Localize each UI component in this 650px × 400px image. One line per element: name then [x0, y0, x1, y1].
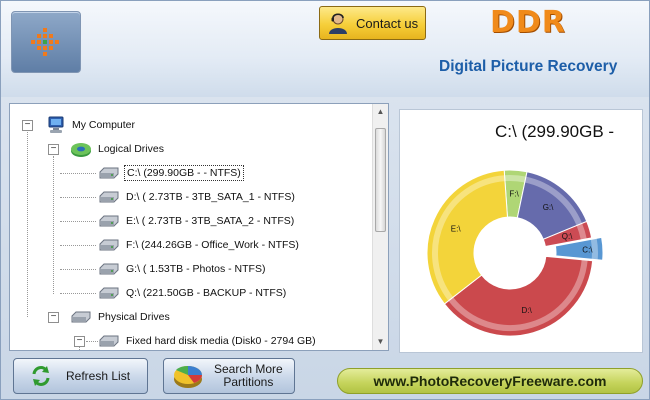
search-more-label-line1: Search More — [214, 362, 283, 376]
hard-drive-icon — [99, 287, 119, 299]
tree-connector — [86, 341, 98, 342]
support-person-icon — [329, 13, 347, 34]
tree-scrollbar[interactable]: ▲ ▼ — [372, 104, 388, 350]
tree-item-label: Physical Drives — [98, 311, 170, 323]
app-window: Contact us DDR Digital Picture Recovery … — [0, 0, 650, 400]
scroll-down-arrow-icon[interactable]: ▼ — [373, 334, 388, 350]
refresh-list-button[interactable]: Refresh List — [13, 358, 148, 394]
product-name: Digital Picture Recovery — [439, 58, 618, 75]
drive-tree[interactable]: − My Computer − Logical Drives C:\ (299.… — [9, 103, 389, 351]
tree-connector — [60, 269, 96, 270]
scroll-up-arrow-icon[interactable]: ▲ — [373, 104, 388, 120]
pie-slice-label: G:\ — [543, 203, 554, 212]
brand-logo-text: DDR — [490, 5, 566, 40]
app-logo-icon — [31, 28, 59, 56]
hard-drive-icon — [99, 215, 119, 227]
refresh-list-label: Refresh List — [66, 368, 131, 383]
logical-drives-icon — [71, 143, 91, 157]
tree-connector — [27, 132, 28, 317]
pie-slice-label: C:\ — [582, 246, 593, 255]
website-link[interactable]: www.PhotoRecoveryFreeware.com — [337, 368, 643, 394]
tree-item-drive-g[interactable]: G:\ ( 1.53TB - Photos - NTFS) — [98, 259, 267, 279]
tree-item-drive-q[interactable]: Q:\ (221.50GB - BACKUP - NTFS) — [98, 283, 288, 303]
tree-item-my-computer[interactable]: My Computer — [46, 115, 137, 135]
tree-item-drive-f[interactable]: F:\ (244.26GB - Office_Work - NTFS) — [98, 235, 301, 255]
tree-item-label: My Computer — [72, 119, 136, 131]
tree-item-label: F:\ (244.26GB - Office_Work - NTFS) — [126, 239, 299, 251]
expand-toggle[interactable]: − — [48, 312, 59, 323]
app-logo — [11, 11, 81, 73]
expand-toggle[interactable]: − — [74, 336, 85, 347]
tree-connector — [60, 173, 96, 174]
partition-donut-chart: F:\ G:\ Q:\ C:\ D:\ E:\ — [426, 169, 604, 337]
tree-item-label: C:\ (299.90GB - - NTFS) — [124, 165, 244, 181]
scroll-thumb[interactable] — [375, 128, 386, 232]
tree-item-drive-c[interactable]: C:\ (299.90GB - - NTFS) — [98, 163, 244, 183]
tree-item-label: Q:\ (221.50GB - BACKUP - NTFS) — [126, 287, 287, 299]
physical-drives-icon — [71, 311, 91, 323]
hard-drive-icon — [99, 239, 119, 251]
pie-slice-label: F:\ — [509, 190, 519, 199]
tree-connector — [60, 221, 96, 222]
tree-connector — [60, 245, 96, 246]
tree-item-label: Fixed hard disk media (Disk0 - 2794 GB) — [126, 335, 316, 347]
tree-item-label: Logical Drives — [98, 143, 164, 155]
tree-item-disk0[interactable]: Fixed hard disk media (Disk0 - 2794 GB) — [98, 331, 318, 350]
header-banner: Contact us DDR Digital Picture Recovery — [1, 1, 649, 97]
search-more-label-line2: Partitions — [223, 375, 274, 389]
tree-item-physical-drives[interactable]: Physical Drives — [70, 307, 172, 327]
hard-drive-icon — [99, 167, 119, 179]
hard-disk-icon — [99, 335, 119, 347]
contact-us-button[interactable]: Contact us — [319, 6, 426, 40]
expand-toggle[interactable]: − — [22, 120, 33, 131]
pie-slice-label: D:\ — [522, 306, 533, 315]
partition-pie-icon — [174, 365, 202, 388]
tree-item-label: D:\ ( 2.73TB - 3TB_SATA_1 - NTFS) — [126, 191, 295, 203]
tree-item-logical-drives[interactable]: Logical Drives — [70, 139, 166, 159]
search-more-partitions-button[interactable]: Search More Partitions — [163, 358, 295, 394]
expand-toggle[interactable]: − — [48, 144, 59, 155]
tree-item-drive-e[interactable]: E:\ ( 2.73TB - 3TB_SATA_2 - NTFS) — [98, 211, 296, 231]
tree-item-label: G:\ ( 1.53TB - Photos - NTFS) — [126, 263, 266, 275]
tree-connector — [53, 156, 54, 294]
refresh-icon — [32, 366, 50, 386]
website-url: www.PhotoRecoveryFreeware.com — [373, 373, 607, 389]
hard-drive-icon — [99, 263, 119, 275]
tree-item-label: E:\ ( 2.73TB - 3TB_SATA_2 - NTFS) — [126, 215, 295, 227]
contact-us-label: Contact us — [356, 15, 419, 31]
pie-slice-highlight — [590, 238, 598, 260]
tree-item-drive-d[interactable]: D:\ ( 2.73TB - 3TB_SATA_1 - NTFS) — [98, 187, 297, 207]
partition-chart-panel: C:\ (299.90GB - F:\ G:\ Q:\ C:\ D:\ E:\ — [399, 109, 643, 353]
hard-drive-icon — [99, 191, 119, 203]
pie-slice-highlight — [504, 175, 526, 183]
tree-connector — [60, 293, 96, 294]
tree-connector — [60, 197, 96, 198]
pie-slice-label: Q:\ — [562, 232, 573, 241]
pie-slice-label: E:\ — [451, 225, 462, 234]
computer-icon — [48, 116, 64, 133]
